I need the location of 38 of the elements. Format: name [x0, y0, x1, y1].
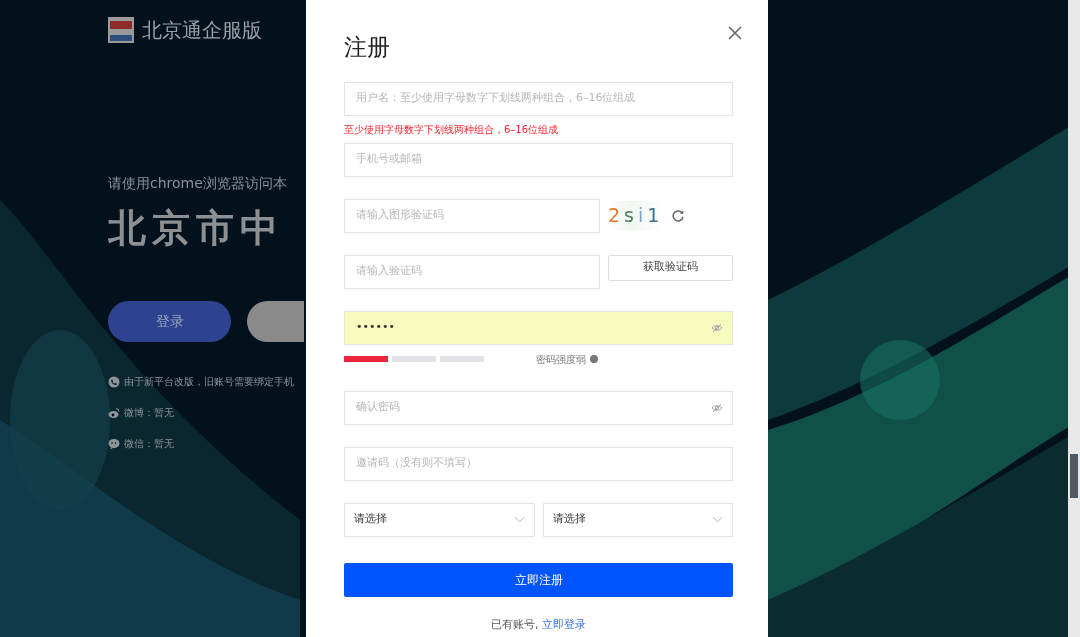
chevron-down-icon: [712, 516, 723, 524]
select-dropdown[interactable]: 请选择: [344, 502, 535, 537]
dialog-title: 注册: [344, 34, 391, 62]
register-button[interactable]: 立即注册: [344, 562, 733, 597]
get-code-button[interactable]: 获取验证码: [608, 254, 733, 281]
invite-code-field[interactable]: 邀请码（没有则不填写）: [344, 446, 733, 481]
sms-code-field[interactable]: 请输入验证码: [354, 262, 590, 281]
username-field[interactable]: 用户名：至少使用字母数字下划线两种组合，6–16位组成: [354, 89, 723, 108]
username-field[interactable]: 用户名：至少使用字母数字下划线两种组合，6–16位组成: [344, 81, 733, 116]
select-dropdown[interactable]: 请选择: [542, 502, 733, 537]
invite-code-field[interactable]: 邀请码（没有则不填写）: [354, 454, 723, 473]
refresh-icon[interactable]: [671, 208, 686, 223]
note-text: 微博：暂无: [124, 406, 174, 420]
contact-field[interactable]: 手机号或邮箱: [344, 142, 733, 177]
phone-icon: [108, 375, 120, 388]
sms-code-field[interactable]: 请输入验证码: [344, 254, 600, 289]
scrollbar[interactable]: [1068, 0, 1080, 637]
login-link[interactable]: 立即登录: [542, 617, 586, 631]
captcha-field[interactable]: 请输入图形验证码: [344, 198, 600, 233]
confirm-password-field[interactable]: 确认密码: [344, 390, 733, 425]
note-text: 微信：暂无: [124, 437, 174, 451]
error-message: 至少使用字母数字下划线两种组合，6–16位组成: [344, 122, 560, 137]
chevron-down-icon: [513, 516, 525, 524]
login-button[interactable]: 登录: [108, 301, 231, 342]
note-text: 由于新平台改版，旧账号需要绑定手机: [124, 375, 294, 389]
login-prompt: 已有账号,: [491, 617, 540, 631]
app-name: 北京通企服版: [142, 17, 262, 44]
logo-icon: [108, 17, 134, 43]
captcha-field[interactable]: 请输入图形验证码: [354, 206, 590, 225]
password-field[interactable]: ••••••: [354, 318, 711, 337]
strength-label: 密码强度弱: [536, 352, 586, 367]
contact-field[interactable]: 手机号或邮箱: [354, 150, 723, 169]
close-icon[interactable]: [728, 26, 742, 40]
confirm-password-field[interactable]: 确认密码: [354, 398, 711, 417]
info-icon[interactable]: [590, 355, 598, 364]
password-field[interactable]: ••••••: [344, 310, 733, 345]
browser-hint: 请使用chrome浏览器访问本: [108, 174, 288, 193]
chat-bubble-icon: [108, 437, 120, 450]
